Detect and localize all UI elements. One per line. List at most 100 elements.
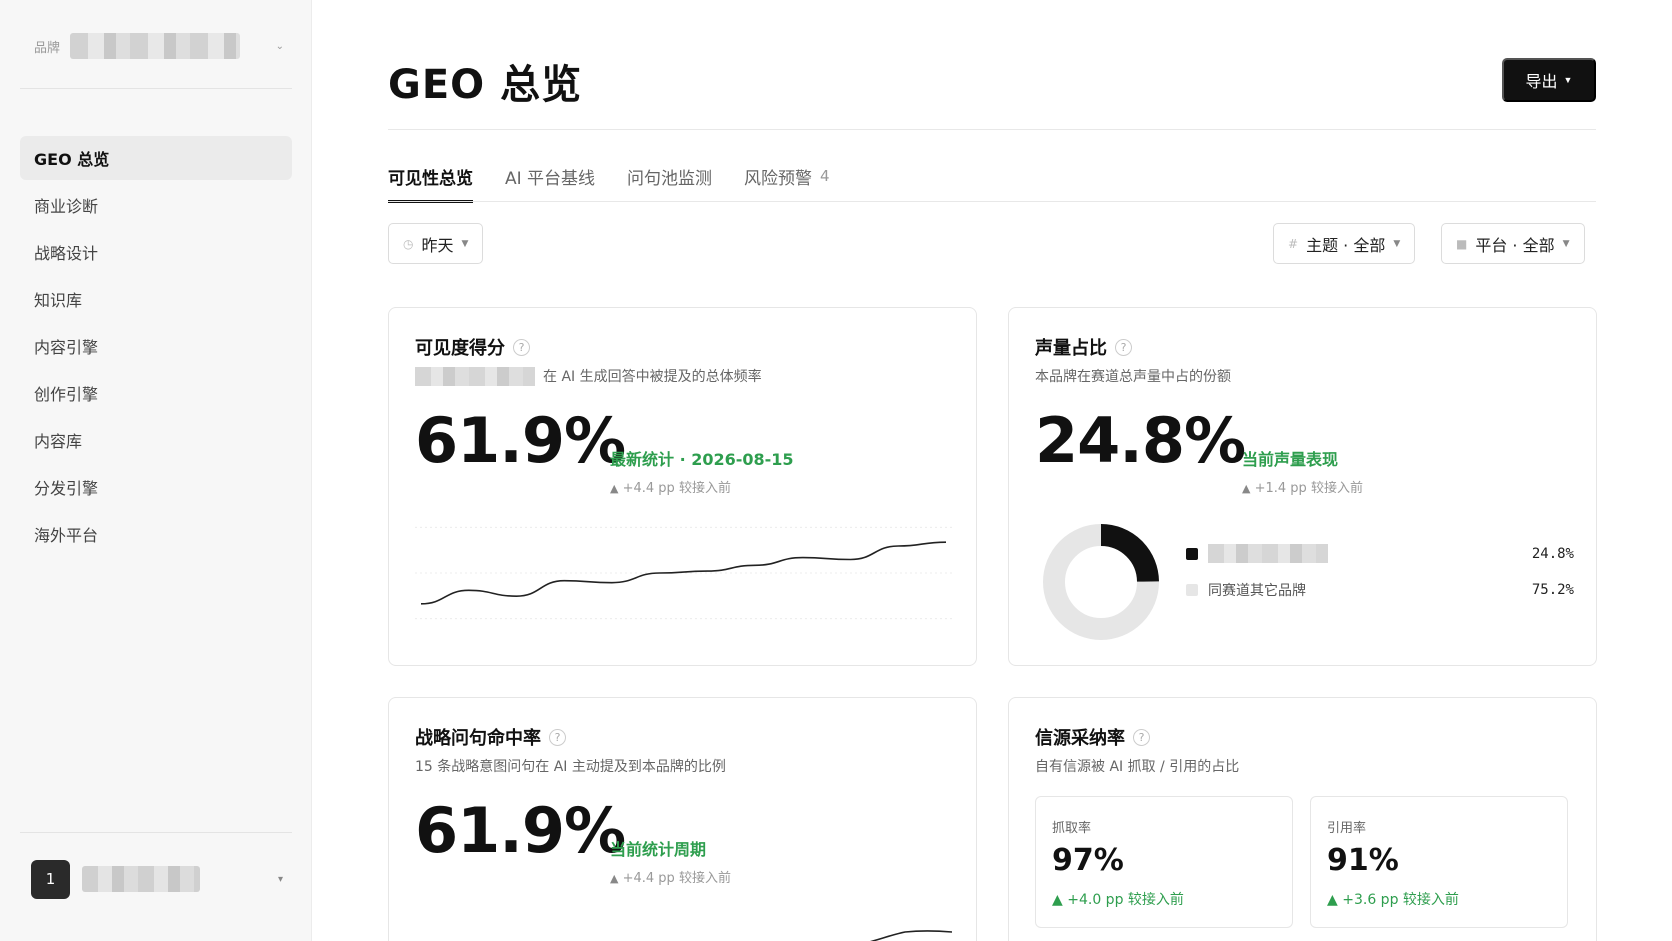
tab-label: 风险预警 xyxy=(744,168,813,189)
header-divider xyxy=(388,129,1596,130)
metric-label: 引用率 xyxy=(1327,821,1367,836)
legend-percent: 75.2% xyxy=(1531,582,1574,598)
clock-icon: ◷ xyxy=(403,236,414,251)
brand-name-redacted xyxy=(70,33,240,59)
sidebar-nav: GEO 总览 商业诊断 战略设计 知识库 内容引擎 创作引擎 内容库 分发引擎 … xyxy=(20,136,292,559)
latest-stat-note: 最新统计 · 2026-08-15 xyxy=(610,450,794,469)
current-voice-note: 当前声量表现 xyxy=(1242,450,1339,469)
sidebar-item-creation-engine[interactable]: 创作引擎 xyxy=(20,371,292,415)
share-of-voice-value: 24.8% xyxy=(1035,404,1246,477)
help-icon[interactable]: ? xyxy=(1115,338,1132,356)
help-icon[interactable]: ? xyxy=(513,338,530,356)
topic-filter-value: 主题 · 全部 xyxy=(1306,235,1386,255)
export-button[interactable]: 导出 ▼ xyxy=(1502,58,1596,102)
current-period-note: 当前统计周期 xyxy=(610,840,707,859)
caret-down-icon: ▼ xyxy=(1562,238,1570,249)
tab-count-badge: 4 xyxy=(820,167,830,185)
share-of-voice-card: 声量占比 ? 本品牌在赛道总声量中占的份额 24.8% 当前声量表现 ▲ +1.… xyxy=(1008,307,1597,666)
triangle-up-icon: ▲ xyxy=(1052,892,1063,908)
tabs-divider xyxy=(388,201,1596,202)
card-subtitle: 15 条战略意图问句在 AI 主动提及到本品牌的比例 xyxy=(415,756,726,776)
card-subtitle: 自有信源被 AI 抓取 / 引用的占比 xyxy=(1035,756,1239,776)
visibility-score-value: 61.9% xyxy=(415,404,626,477)
legend-swatch xyxy=(1186,584,1198,596)
tab-bar: 可见性总览 AI 平台基线 问句池监测 风险预警 4 xyxy=(388,150,830,203)
card-subtitle-text: 15 条战略意图问句在 AI 主动提及到本品牌的比例 xyxy=(415,759,726,775)
strategy-hit-rate-value: 61.9% xyxy=(415,794,626,867)
date-filter-dropdown[interactable]: ◷ 昨天 ▼ xyxy=(388,223,484,264)
caret-down-icon: ▼ xyxy=(461,238,469,249)
sidebar-item-content-engine[interactable]: 内容引擎 xyxy=(20,324,292,368)
sidebar-item-geo-overview[interactable]: GEO 总览 xyxy=(20,136,292,180)
metric-label: 抓取率 xyxy=(1052,821,1092,836)
sidebar-divider xyxy=(20,88,292,89)
triangle-up-icon: ▲ xyxy=(1242,482,1251,495)
caret-down-icon: ▼ xyxy=(1563,75,1573,85)
caret-down-icon: ▼ xyxy=(1393,238,1401,249)
delta-text: ▲ +4.4 pp 较接入前 xyxy=(610,867,731,886)
export-button-label: 导出 xyxy=(1525,74,1558,91)
date-filter-value: 昨天 xyxy=(421,235,454,255)
brand-label: 品牌 xyxy=(34,40,61,56)
source-adoption-card: 信源采纳率 ? 自有信源被 AI 抓取 / 引用的占比 抓取率 97% ▲ +4… xyxy=(1008,697,1597,941)
triangle-up-icon: ▲ xyxy=(1327,892,1338,908)
card-title-text: 可见度得分 xyxy=(415,338,505,359)
square-icon: ■ xyxy=(1456,236,1468,251)
delta-value: +4.4 pp 较接入前 xyxy=(622,481,731,496)
platform-filter-dropdown[interactable]: ■ 平台 · 全部 ▼ xyxy=(1441,223,1585,264)
user-name-redacted xyxy=(82,866,200,892)
legend-label: 同赛道其它品牌 xyxy=(1208,583,1306,599)
platform-filter-value: 平台 · 全部 xyxy=(1475,235,1555,255)
help-icon[interactable]: ? xyxy=(549,728,566,746)
strategy-hit-rate-card: 战略问句命中率 ? 15 条战略意图问句在 AI 主动提及到本品牌的比例 61.… xyxy=(388,697,977,941)
chevron-down-icon: ⌄ xyxy=(275,40,284,52)
card-title-text: 声量占比 xyxy=(1035,338,1107,359)
tab-label: 问句池监测 xyxy=(627,168,713,189)
avatar: 1 xyxy=(31,859,70,899)
card-subtitle: 本品牌在赛道总声量中占的份额 xyxy=(1035,366,1231,386)
card-subtitle-text: 本品牌在赛道总声量中占的份额 xyxy=(1035,369,1231,385)
legend-swatch xyxy=(1186,547,1198,560)
sidebar-item-overseas-platforms[interactable]: 海外平台 xyxy=(20,512,292,556)
brand-selector[interactable]: 品牌 ⌄ xyxy=(34,30,290,62)
topic-filter-dropdown[interactable]: # 主题 · 全部 ▼ xyxy=(1273,223,1416,264)
tab-ai-platform-baseline[interactable]: AI 平台基线 xyxy=(505,150,595,202)
card-subtitle: 在 AI 生成回答中被提及的总体频率 xyxy=(415,366,762,386)
card-subtitle-text: 自有信源被 AI 抓取 / 引用的占比 xyxy=(1035,759,1240,775)
card-title: 可见度得分 ? xyxy=(415,334,530,360)
triangle-up-icon: ▲ xyxy=(610,482,619,495)
card-title: 信源采纳率 ? xyxy=(1035,724,1150,750)
metric-delta: ▲ +3.6 pp 较接入前 xyxy=(1327,889,1459,909)
metric-value: 97% xyxy=(1052,843,1124,878)
delta-value: +4.4 pp 较接入前 xyxy=(622,871,731,886)
hash-icon: # xyxy=(1288,236,1299,251)
chevron-down-icon: ▾ xyxy=(277,873,283,885)
delta-text: ▲ +1.4 pp 较接入前 xyxy=(1242,477,1363,496)
card-title-text: 战略问句命中率 xyxy=(415,728,541,749)
help-icon[interactable]: ? xyxy=(1133,728,1150,746)
sidebar-item-distribution-engine[interactable]: 分发引擎 xyxy=(20,465,292,509)
citation-rate-metric: 引用率 91% ▲ +3.6 pp 较接入前 xyxy=(1310,796,1568,928)
delta-text: ▲ +4.4 pp 较接入前 xyxy=(610,477,731,496)
brand-name-redacted xyxy=(415,366,535,386)
tab-visibility-overview[interactable]: 可见性总览 xyxy=(388,150,473,203)
sidebar-item-content-library[interactable]: 内容库 xyxy=(20,418,292,462)
sidebar-item-knowledge-base[interactable]: 知识库 xyxy=(20,277,292,321)
metric-delta: ▲ +4.0 pp 较接入前 xyxy=(1052,889,1184,909)
sidebar-item-strategy-design[interactable]: 战略设计 xyxy=(20,230,292,274)
tab-query-pool-monitoring[interactable]: 问句池监测 xyxy=(627,150,712,202)
sidebar: 品牌 ⌄ GEO 总览 商业诊断 战略设计 知识库 内容引擎 创作引擎 内容库 … xyxy=(0,0,312,941)
user-menu[interactable]: 1 ▾ xyxy=(31,859,291,899)
visibility-score-card: 可见度得分 ? 在 AI 生成回答中被提及的总体频率 61.9% 最新统计 · … xyxy=(388,307,977,666)
tab-risk-alerts[interactable]: 风险预警 4 xyxy=(744,150,830,202)
tab-label: AI 平台基线 xyxy=(505,168,596,189)
card-subtitle-text: 在 AI 生成回答中被提及的总体频率 xyxy=(543,369,762,385)
card-title: 声量占比 ? xyxy=(1035,334,1132,360)
delta-value: +4.0 pp 较接入前 xyxy=(1067,892,1184,908)
strategy-trend-chart xyxy=(869,930,952,941)
sidebar-item-business-diagnosis[interactable]: 商业诊断 xyxy=(20,183,292,227)
legend-item-other-brands: 同赛道其它品牌 75.2% xyxy=(1186,580,1574,600)
legend-item-own-brand: 24.8% xyxy=(1186,544,1574,563)
visibility-trend-chart xyxy=(415,526,952,620)
card-title: 战略问句命中率 ? xyxy=(415,724,566,750)
